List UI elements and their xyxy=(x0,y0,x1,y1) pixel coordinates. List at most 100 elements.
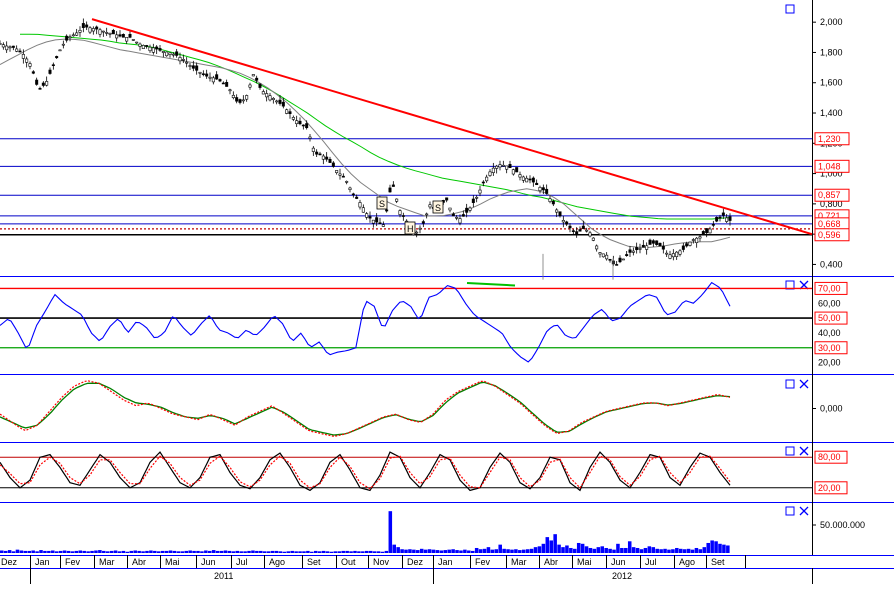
candle-body xyxy=(588,232,592,237)
volume-bar xyxy=(639,549,644,553)
candle-body xyxy=(648,239,652,245)
candle-body xyxy=(198,71,202,74)
stoch-d-line xyxy=(0,455,731,490)
candle-body xyxy=(18,50,22,53)
candle-body xyxy=(351,193,355,196)
volume-bar xyxy=(62,550,67,553)
volume-bar xyxy=(573,548,577,553)
candle-body xyxy=(578,229,582,232)
volume-bar xyxy=(537,546,542,553)
candle-body xyxy=(55,56,59,59)
candle-body xyxy=(58,49,62,52)
volume-bar xyxy=(19,550,24,553)
volume-bar xyxy=(506,549,510,553)
rsi-divergence-line xyxy=(466,282,516,287)
maximize-icon[interactable] xyxy=(785,506,795,516)
month-label: Jun xyxy=(201,557,216,567)
candle-body xyxy=(338,173,342,176)
price-tick-label: 0,400 xyxy=(820,259,843,269)
volume-bar xyxy=(54,551,59,553)
candle-body xyxy=(108,32,112,35)
candle-body xyxy=(21,54,25,59)
candle-body xyxy=(278,99,282,104)
osc-tick-label: 0,000 xyxy=(820,404,843,414)
rsi-tick-label: 60,00 xyxy=(818,298,841,308)
volume-bar xyxy=(145,550,149,553)
maximize-icon[interactable] xyxy=(785,379,795,389)
candle-body xyxy=(378,222,382,225)
maximize-icon[interactable] xyxy=(785,446,795,456)
volume-bar xyxy=(70,551,75,553)
candle-body xyxy=(581,225,585,229)
candle-body xyxy=(598,252,602,255)
volume-bar xyxy=(0,550,4,553)
pattern-marker-label: S xyxy=(379,199,385,209)
volume-bar xyxy=(156,551,161,553)
candle-body xyxy=(358,202,362,208)
level-label: 0,857 xyxy=(818,190,841,200)
close-icon[interactable] xyxy=(799,506,809,516)
month-label: Ago xyxy=(679,557,695,567)
candle-body xyxy=(385,209,389,212)
osc-fast-line xyxy=(0,380,731,438)
volume-bar xyxy=(655,548,659,553)
candle-body xyxy=(528,178,532,181)
candle-body xyxy=(491,167,495,173)
volume-bars xyxy=(0,511,730,553)
volume-bar xyxy=(608,548,612,553)
candle-body xyxy=(375,217,379,223)
volume-bar xyxy=(200,551,204,553)
volume-bar xyxy=(137,550,141,553)
price-tick-label: 2,000 xyxy=(820,17,843,27)
candle-body xyxy=(295,120,299,125)
candle-body xyxy=(208,76,212,79)
candle-body xyxy=(211,77,215,83)
volume-bar xyxy=(329,551,334,553)
candle-body xyxy=(68,36,72,39)
candle-body xyxy=(505,165,509,170)
candle-body xyxy=(138,43,142,47)
candle-body xyxy=(11,45,15,48)
candle-body xyxy=(161,51,165,53)
candle-body xyxy=(218,79,222,82)
candle-body xyxy=(538,187,542,192)
candle-body xyxy=(155,46,159,50)
candle-body xyxy=(445,197,449,201)
candle-body xyxy=(348,187,352,190)
candle-body xyxy=(275,100,279,103)
candle-body xyxy=(245,95,249,100)
volume-bar xyxy=(529,548,534,553)
candle-body xyxy=(415,231,419,234)
volume-bar xyxy=(588,547,593,553)
volume-bar xyxy=(498,544,502,553)
candle-body xyxy=(565,221,569,225)
candle-body xyxy=(635,247,639,251)
candle-body xyxy=(591,237,595,241)
price-tick-label: 1,600 xyxy=(820,78,843,88)
candle-body xyxy=(61,43,65,46)
volume-bar xyxy=(90,550,94,553)
volume-bar xyxy=(164,550,169,553)
volume-bar xyxy=(686,548,691,553)
maximize-icon[interactable] xyxy=(785,4,795,14)
month-label: Dez xyxy=(407,557,424,567)
candle-body xyxy=(128,34,132,38)
candle-body xyxy=(1,44,5,48)
candle-body xyxy=(465,207,469,213)
close-icon[interactable] xyxy=(799,446,809,456)
volume-bar xyxy=(168,550,173,553)
volume-bar xyxy=(368,550,373,553)
candle-body xyxy=(521,176,525,181)
candle-body xyxy=(708,228,712,234)
candle-body xyxy=(561,220,565,223)
volume-bar xyxy=(620,547,624,553)
close-icon[interactable] xyxy=(799,379,809,389)
volume-bar xyxy=(129,550,134,553)
candle-body xyxy=(31,71,35,74)
volume-bar xyxy=(545,537,550,553)
candle-body xyxy=(551,200,555,205)
volume-bar xyxy=(663,548,667,553)
candle-body xyxy=(421,221,425,224)
volume-bar xyxy=(251,550,255,553)
month-label: Jul xyxy=(236,557,248,567)
